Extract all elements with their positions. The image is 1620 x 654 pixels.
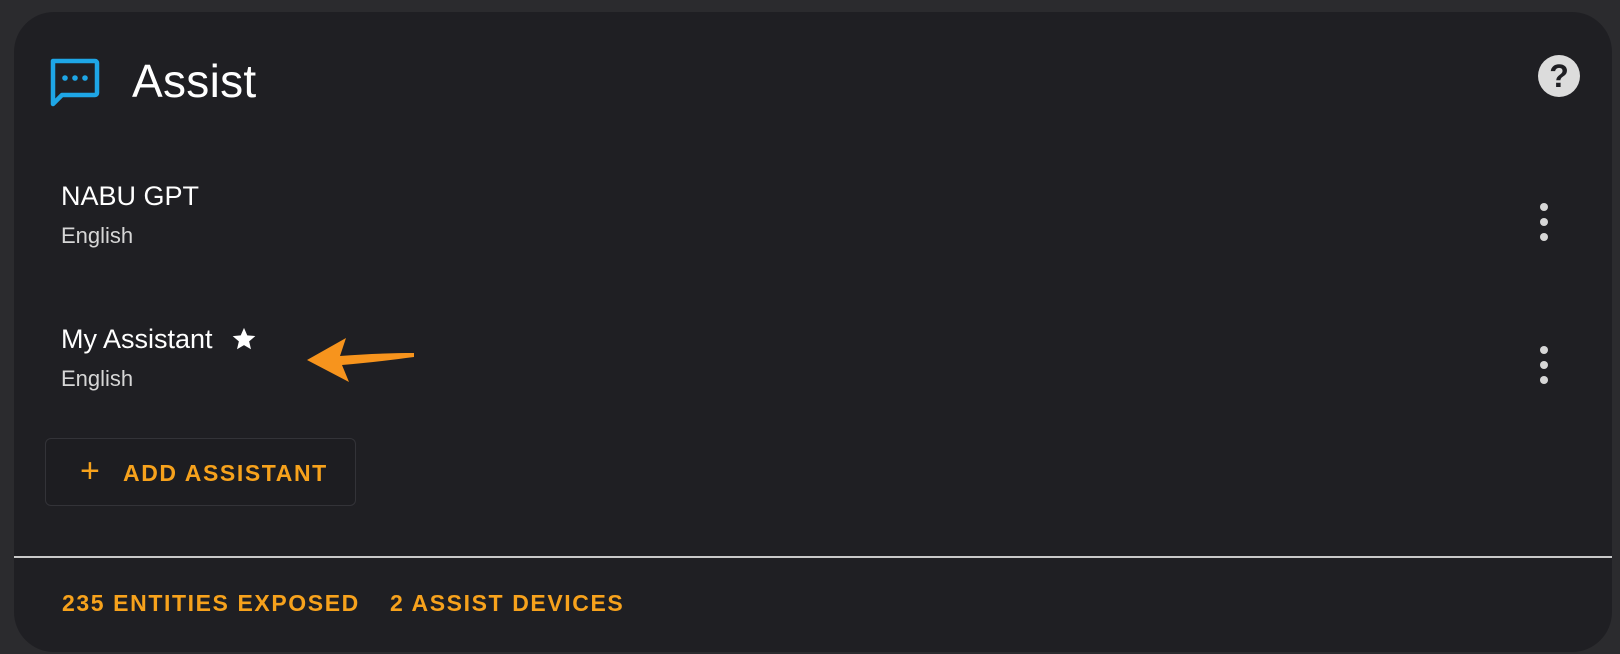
assistant-language: English — [61, 223, 134, 248]
assist-devices-link[interactable]: 2 ASSIST DEVICES — [390, 590, 624, 617]
assistant-item-nabu-gpt[interactable]: NABU GPT English — [14, 167, 1612, 287]
assistant-language: English — [61, 366, 134, 391]
arrow-left-icon — [307, 338, 414, 382]
assistant-name: NABU GPT — [61, 181, 199, 212]
assist-card: Assist ? NABU GPT English My Assistant E… — [14, 12, 1612, 652]
star-icon — [232, 327, 256, 350]
assistant-name-text: My Assistant — [61, 324, 213, 354]
assistant-item-my-assistant[interactable]: My Assistant English — [14, 310, 1612, 430]
card-title: Assist — [132, 55, 257, 107]
dots-vertical-icon[interactable] — [1522, 197, 1566, 247]
card-header: Assist ? — [14, 12, 1612, 162]
message-processing-icon — [50, 58, 100, 107]
entities-exposed-link[interactable]: 235 ENTITIES EXPOSED — [62, 590, 360, 617]
assistant-name-text: NABU GPT — [61, 181, 200, 211]
divider — [14, 556, 1612, 558]
dots-vertical-icon[interactable] — [1522, 340, 1566, 390]
add-assistant-button[interactable]: + ADD ASSISTANT — [45, 438, 356, 506]
add-assistant-label: ADD ASSISTANT — [123, 460, 328, 486]
help-circle-icon[interactable]: ? — [1538, 55, 1580, 97]
plus-icon: + — [80, 452, 100, 490]
assistant-name: My Assistant — [61, 324, 258, 355]
